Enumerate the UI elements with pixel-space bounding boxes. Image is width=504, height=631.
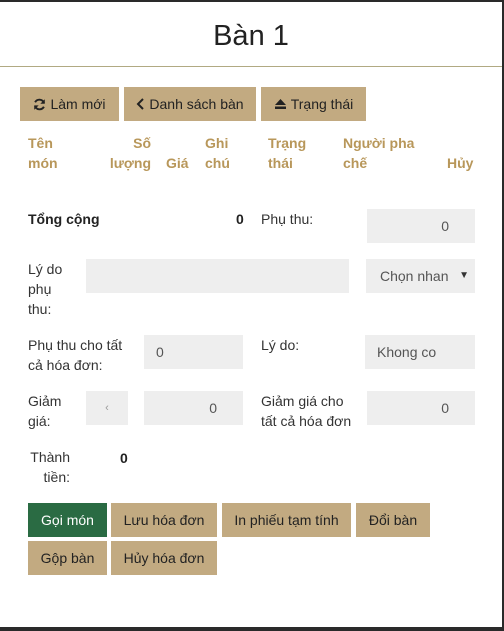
surcharge-all-label-line2: cả hóa đơn: [28, 357, 103, 373]
column-barista-line1: Người pha [343, 135, 415, 151]
surcharge-all-label: Phụ thu cho tất cả hóa đơn: [28, 335, 122, 375]
eject-icon [274, 98, 291, 110]
surcharge-label: Phụ thu: [261, 211, 314, 227]
change-table-button[interactable]: Đổi bàn [356, 503, 430, 537]
reason-input[interactable] [365, 335, 475, 369]
column-name: Tên món [28, 133, 58, 173]
grand-total-label-line2: tiền: [43, 469, 70, 485]
order-button[interactable]: Gọi món [28, 503, 107, 537]
surcharge-reason-input[interactable] [86, 259, 349, 293]
save-invoice-button[interactable]: Lưu hóa đơn [111, 503, 217, 537]
column-note-line1: Ghi [205, 135, 229, 151]
column-price: Giá [166, 153, 189, 173]
caret-down-icon: ▼ [459, 270, 469, 281]
surcharge-all-label-line1: Phụ thu cho tất [28, 337, 123, 353]
merge-table-button[interactable]: Gộp bàn [28, 541, 107, 575]
discount-label-line1: Giảm [28, 393, 62, 409]
total-value: 0 [236, 211, 244, 227]
grand-total-label-line1: Thành [30, 449, 70, 465]
window-bottom-border [0, 627, 504, 631]
grand-total-value: 0 [120, 450, 128, 466]
column-status: Trạng thái [268, 133, 306, 173]
column-cancel: Hủy [447, 153, 473, 173]
reason-label: Lý do: [261, 337, 300, 353]
column-quantity-line2: lượng [109, 155, 151, 171]
total-label: Tổng cộng [28, 211, 100, 227]
column-barista-line2: chế [343, 155, 368, 171]
grand-total-label: Thành tiền: [28, 447, 70, 487]
surcharge-reason-label: Lý do phụ thu: [28, 259, 62, 319]
column-barista: Người pha chế [343, 133, 414, 173]
discount-type-toggle[interactable]: ‹ [86, 391, 128, 425]
table-list-button[interactable]: Danh sách bàn [124, 87, 256, 121]
discount-all-label-line2: tất cả hóa đơn [261, 413, 352, 429]
status-label: Trạng thái [290, 96, 354, 112]
column-note: Ghi chú [205, 133, 230, 173]
discount-label-line2: giá: [28, 413, 51, 429]
column-name-line1: Tên [28, 135, 53, 151]
column-status-line2: thái [268, 155, 293, 171]
refresh-label: Làm mới [50, 96, 106, 112]
column-quantity-line1: Số [133, 135, 151, 151]
reason-select-value: Chọn nhan [380, 268, 448, 284]
surcharge-all-input[interactable] [144, 335, 243, 369]
column-status-line1: Trạng [268, 135, 307, 151]
reason-select[interactable]: Chọn nhan ▼ [366, 259, 475, 293]
discount-all-label-line1: Giảm giá cho [261, 393, 344, 409]
refresh-icon [33, 98, 50, 111]
surcharge-reason-label-line2: phụ [28, 281, 52, 297]
surcharge-reason-label-line1: Lý do [28, 261, 63, 277]
cancel-invoice-button[interactable]: Hủy hóa đơn [111, 541, 217, 575]
column-name-line2: món [28, 155, 58, 171]
surcharge-reason-label-line3: thu: [28, 301, 52, 317]
chevron-left-icon [136, 98, 149, 110]
column-quantity: Số lượng [109, 133, 151, 173]
refresh-button[interactable]: Làm mới [20, 87, 119, 121]
table-list-label: Danh sách bàn [149, 96, 244, 112]
print-bill-button[interactable]: In phiếu tạm tính [222, 503, 351, 537]
status-button[interactable]: Trạng thái [261, 87, 366, 121]
discount-all-input[interactable] [367, 391, 475, 425]
surcharge-input[interactable] [367, 209, 475, 243]
title-divider [0, 66, 502, 67]
discount-label: Giảm giá: [28, 391, 61, 431]
discount-input[interactable] [144, 391, 243, 425]
column-cancel-label: Hủy [447, 155, 474, 171]
page-title: Bàn 1 [213, 20, 289, 52]
column-price-label: Giá [166, 155, 189, 171]
discount-toggle-icon: ‹ [105, 402, 109, 414]
discount-all-label: Giảm giá cho tất cả hóa đơn [261, 391, 351, 431]
window-top-border [0, 0, 504, 2]
column-note-line2: chú [205, 155, 230, 171]
